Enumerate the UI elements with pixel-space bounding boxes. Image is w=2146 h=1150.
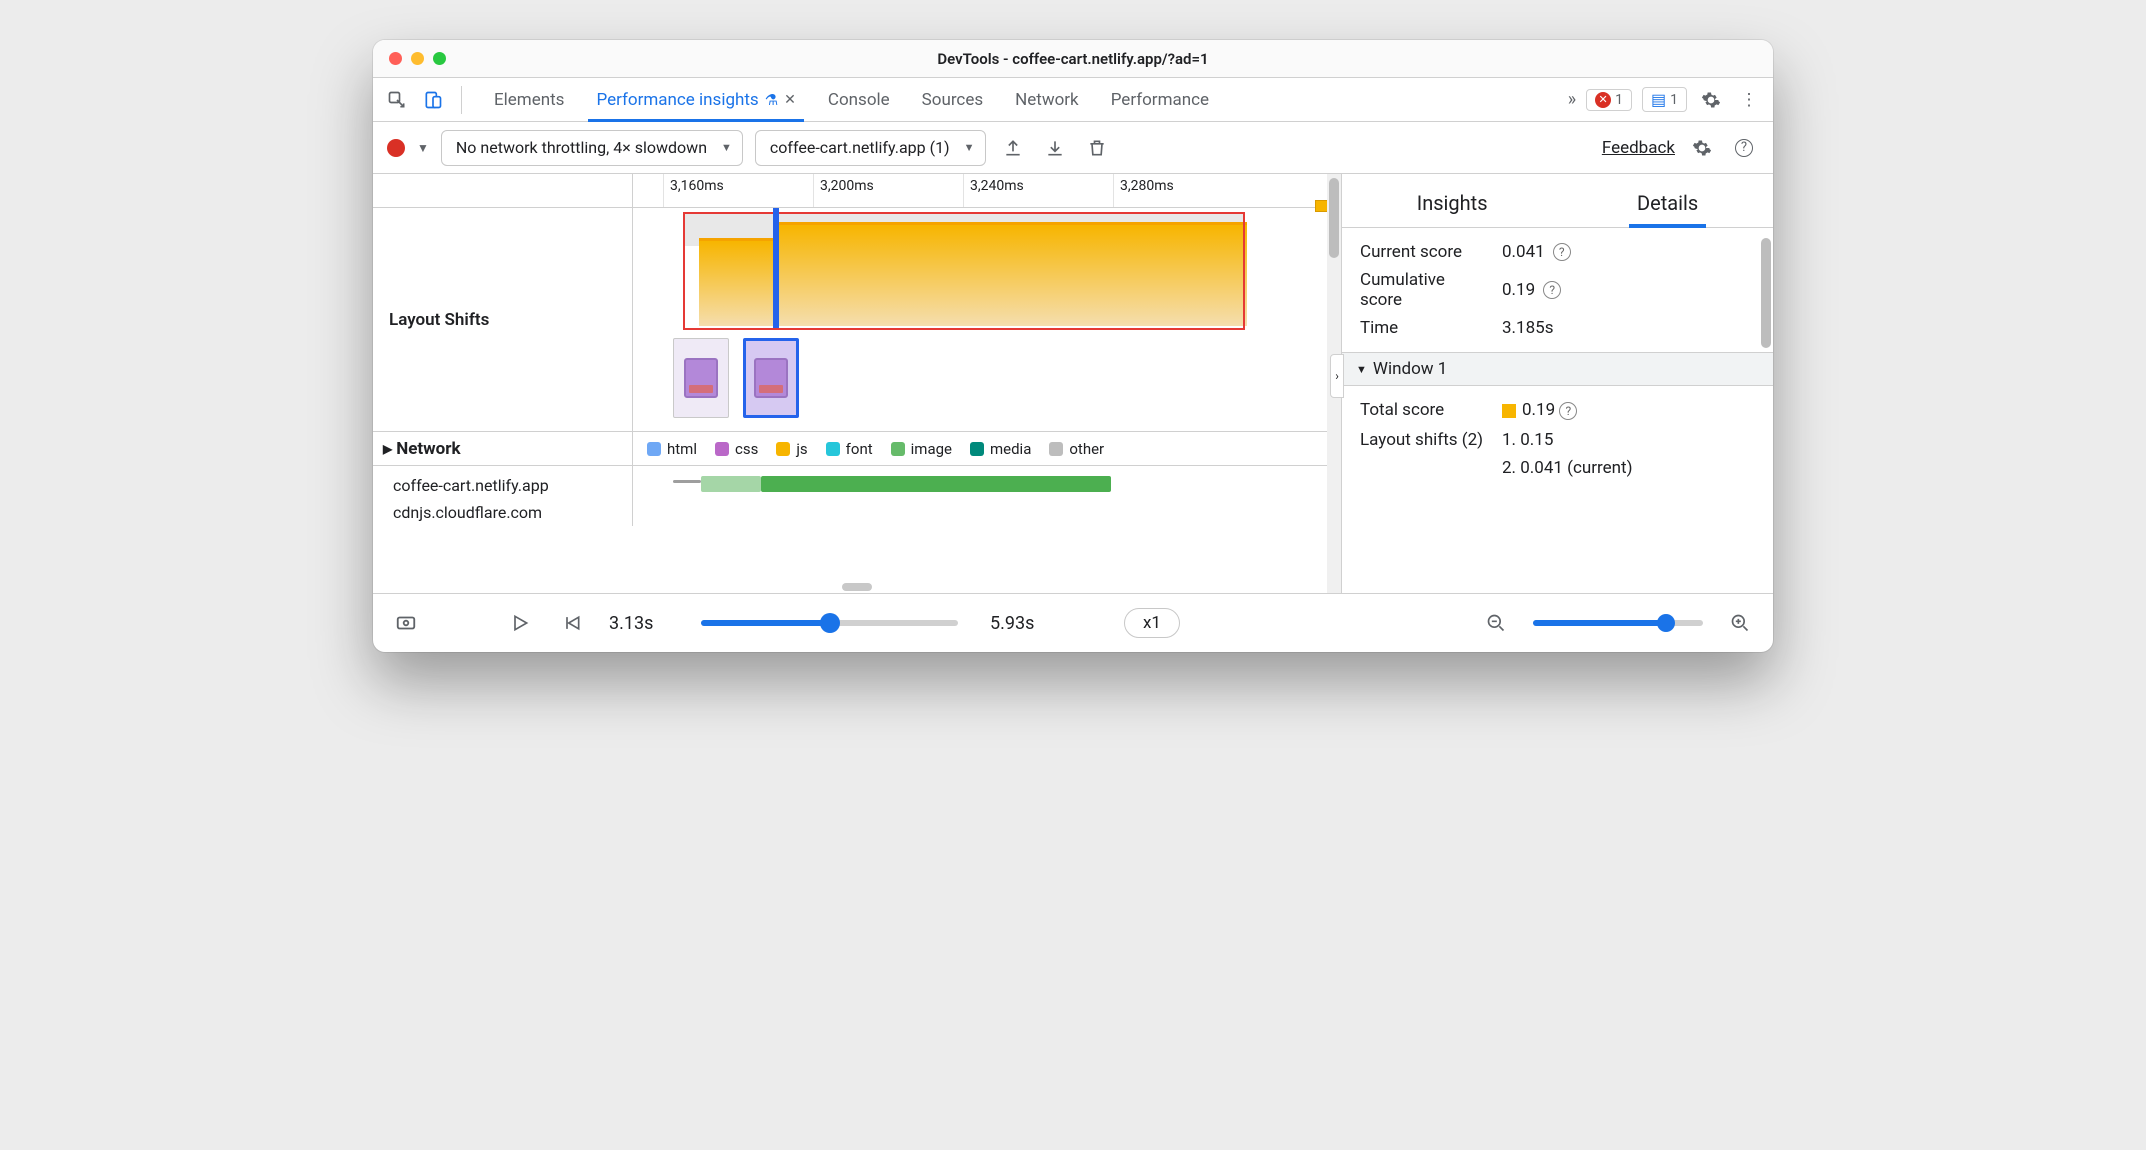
layout-shifts-track[interactable] xyxy=(633,208,1341,431)
sidebar-tab-details[interactable]: Details xyxy=(1629,181,1706,227)
tab-performance[interactable]: Performance xyxy=(1095,78,1225,121)
network-row: ▶ Network html css js font image media o… xyxy=(373,432,1341,554)
time-value: 3.185s xyxy=(1502,318,1553,338)
ls-list-label: Layout shifts (2) xyxy=(1360,430,1490,478)
preview-toggle-icon[interactable] xyxy=(391,608,421,638)
main-area: 3,160ms 3,200ms 3,240ms 3,280ms Layout S… xyxy=(373,174,1773,594)
network-label[interactable]: ▶ Network xyxy=(373,432,633,465)
time-start-label: 3.13s xyxy=(609,613,669,634)
messages-count: 1 xyxy=(1670,92,1678,108)
zoom-slider[interactable] xyxy=(1533,620,1703,626)
network-legend: html css js font image media other xyxy=(633,432,1341,465)
help-icon[interactable]: ? xyxy=(1543,281,1561,299)
network-waterfall[interactable] xyxy=(633,466,1341,526)
error-badge[interactable]: ✕ 1 xyxy=(1586,89,1632,111)
settings-icon[interactable] xyxy=(1697,86,1725,114)
window-title: DevTools - coffee-cart.netlify.app/?ad=1 xyxy=(373,50,1773,68)
help-icon[interactable]: ? xyxy=(1729,133,1759,163)
import-icon[interactable] xyxy=(1040,133,1070,163)
message-icon: ▤ xyxy=(1651,90,1666,109)
total-score-label: Total score xyxy=(1360,400,1490,420)
zoom-in-icon[interactable] xyxy=(1725,608,1755,638)
recording-value: coffee-cart.netlify.app (1) xyxy=(770,138,950,157)
feedback-link[interactable]: Feedback xyxy=(1602,138,1675,158)
flask-icon: ⚗ xyxy=(765,91,778,109)
error-count: 1 xyxy=(1615,92,1623,108)
layout-shifts-row: Layout Shifts xyxy=(373,208,1341,432)
total-score-value: 0.19 xyxy=(1522,400,1555,420)
help-icon[interactable]: ? xyxy=(1559,402,1577,420)
help-icon[interactable]: ? xyxy=(1553,243,1571,261)
layout-shifts-label: Layout Shifts xyxy=(373,208,633,431)
timeline-ruler[interactable]: 3,160ms 3,200ms 3,240ms 3,280ms xyxy=(373,174,1341,208)
recording-select[interactable]: coffee-cart.netlify.app (1) ▼ xyxy=(755,130,986,166)
speed-button[interactable]: x1 xyxy=(1124,608,1180,638)
record-button[interactable] xyxy=(387,139,405,157)
panel-settings-icon[interactable] xyxy=(1687,133,1717,163)
time-end-label: 5.93s xyxy=(990,613,1050,634)
messages-badge[interactable]: ▤ 1 xyxy=(1642,87,1687,112)
sidebar-tab-insights[interactable]: Insights xyxy=(1409,181,1496,227)
cumulative-score-label: Cumulative score xyxy=(1360,270,1490,310)
minimize-window[interactable] xyxy=(411,52,424,65)
tab-console[interactable]: Console xyxy=(812,78,906,121)
close-window[interactable] xyxy=(389,52,402,65)
tab-network[interactable]: Network xyxy=(999,78,1095,121)
panel-tabs: Elements Performance insights ⚗ ✕ Consol… xyxy=(373,78,1773,122)
ls-list-item[interactable]: 2. 0.041 (current) xyxy=(1502,458,1755,478)
ruler-tick: 3,240ms xyxy=(963,174,1024,207)
devtools-window: DevTools - coffee-cart.netlify.app/?ad=1… xyxy=(373,40,1773,652)
timeline-panel: 3,160ms 3,200ms 3,240ms 3,280ms Layout S… xyxy=(373,174,1341,593)
record-menu-caret[interactable]: ▼ xyxy=(417,141,429,155)
score-swatch xyxy=(1502,404,1516,418)
device-toggle-icon[interactable] xyxy=(419,86,447,114)
window-section-header[interactable]: ▼Window 1 xyxy=(1342,352,1773,386)
traffic-lights xyxy=(373,52,446,65)
current-score-label: Current score xyxy=(1360,242,1490,262)
time-label: Time xyxy=(1360,318,1490,338)
zoom-window[interactable] xyxy=(433,52,446,65)
playback-footer: 3.13s 5.93s x1 xyxy=(373,594,1773,652)
chevron-down-icon: ▼ xyxy=(964,141,975,154)
ruler-tick: 3,160ms xyxy=(663,174,724,207)
selection-box xyxy=(683,212,1245,330)
ls-list-item[interactable]: 1. 0.15 xyxy=(1502,430,1755,450)
current-score-value: 0.041 xyxy=(1502,242,1545,262)
sidebar-expand-handle[interactable]: › xyxy=(1330,354,1344,398)
cumulative-score-value: 0.19 xyxy=(1502,280,1535,300)
host-item[interactable]: coffee-cart.netlify.app xyxy=(393,472,632,499)
horizontal-scroll-thumb[interactable] xyxy=(842,583,872,591)
throttling-value: No network throttling, 4× slowdown xyxy=(456,138,707,157)
ruler-tick: 3,200ms xyxy=(813,174,874,207)
details-sidebar: › Insights Details Current score 0.041? … xyxy=(1341,174,1773,593)
tab-performance-insights[interactable]: Performance insights ⚗ ✕ xyxy=(580,78,811,121)
tab-sources[interactable]: Sources xyxy=(906,78,999,121)
titlebar: DevTools - coffee-cart.netlify.app/?ad=1 xyxy=(373,40,1773,78)
inspect-element-icon[interactable] xyxy=(383,86,411,114)
network-hosts: coffee-cart.netlify.app cdnjs.cloudflare… xyxy=(373,466,633,526)
throttling-select[interactable]: No network throttling, 4× slowdown ▼ xyxy=(441,130,743,166)
tab-elements[interactable]: Elements xyxy=(478,78,580,121)
sidebar-scrollbar[interactable] xyxy=(1759,234,1773,593)
playback-slider[interactable] xyxy=(701,620,958,626)
playhead[interactable] xyxy=(773,208,779,328)
seek-start-button[interactable] xyxy=(557,608,587,638)
insights-toolbar: ▼ No network throttling, 4× slowdown ▼ c… xyxy=(373,122,1773,174)
chevron-down-icon: ▼ xyxy=(721,141,732,154)
ruler-tick: 3,280ms xyxy=(1113,174,1174,207)
layout-shift-thumb[interactable] xyxy=(673,338,729,418)
kebab-menu-icon[interactable]: ⋮ xyxy=(1735,86,1763,114)
more-tabs-icon[interactable]: » xyxy=(1568,89,1576,110)
delete-icon[interactable] xyxy=(1082,133,1112,163)
error-icon: ✕ xyxy=(1595,92,1611,108)
export-icon[interactable] xyxy=(998,133,1028,163)
play-button[interactable] xyxy=(505,608,535,638)
zoom-out-icon[interactable] xyxy=(1481,608,1511,638)
layout-shift-thumb-selected[interactable] xyxy=(743,338,799,418)
host-item[interactable]: cdnjs.cloudflare.com xyxy=(393,499,632,526)
close-tab-icon[interactable]: ✕ xyxy=(784,92,796,108)
